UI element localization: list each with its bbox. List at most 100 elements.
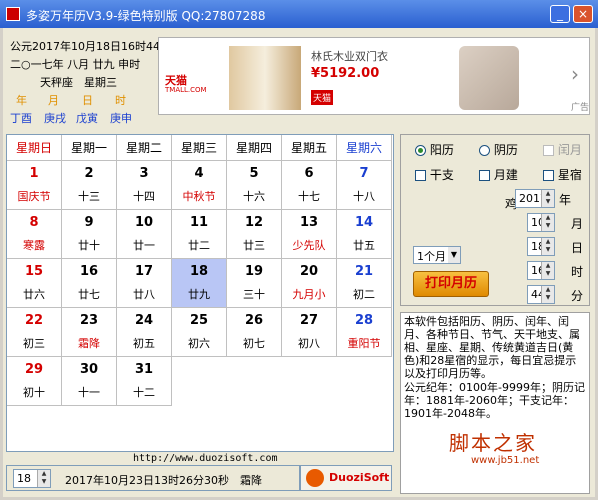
day-unit: 日 bbox=[571, 241, 584, 255]
day-cell[interactable]: 1 国庆节 bbox=[7, 161, 62, 210]
day-cell[interactable]: 10 廿一 bbox=[117, 210, 172, 259]
day-cell[interactable]: 15 廿六 bbox=[7, 259, 62, 308]
stepper-arrows-icon[interactable]: ▲ ▼ bbox=[541, 286, 554, 303]
weekday-label: 星期二 bbox=[117, 135, 172, 161]
title-bar[interactable]: 多姿万年历V3.9-绿色特别版 QQ:27807288 _ × bbox=[0, 0, 598, 28]
hour-stepper[interactable]: 16 ▲ ▼ bbox=[527, 261, 555, 280]
day-cell[interactable]: 2 十三 bbox=[62, 161, 117, 210]
day-cell[interactable]: 19 三十 bbox=[227, 259, 282, 308]
description-panel: 本软件包括阳历、阴历、闰年、闰月、各种节日、节气、天干地支、属相、星座、星期、传… bbox=[400, 312, 590, 494]
ganzhi-hour: 庚申 bbox=[110, 112, 132, 125]
xingxiu-checkbox[interactable]: 星宿 bbox=[543, 166, 582, 183]
radio-icon[interactable] bbox=[479, 145, 490, 156]
radio-selected-icon[interactable] bbox=[415, 145, 426, 156]
lunar-day-label: 廿九 bbox=[188, 288, 210, 301]
lunar-day-label: 十一 bbox=[78, 386, 100, 399]
ganzhi-head-year: 年 bbox=[16, 94, 27, 107]
day-cell[interactable]: 25 初六 bbox=[172, 308, 227, 357]
day-cell[interactable]: 26 初七 bbox=[227, 308, 282, 357]
ad-label: 广告 bbox=[571, 103, 590, 113]
stepper-arrows-icon[interactable]: ▲ ▼ bbox=[541, 214, 554, 231]
status-text: 2017年10月23日13时26分30秒 霜降 bbox=[65, 474, 262, 487]
minimize-button[interactable]: _ bbox=[550, 5, 570, 23]
day-cell[interactable]: 7 十八 bbox=[337, 161, 392, 210]
day-cell[interactable]: 11 廿二 bbox=[172, 210, 227, 259]
day-number: 26 bbox=[244, 313, 264, 328]
stepper-arrows-icon[interactable]: ▲ ▼ bbox=[541, 238, 554, 255]
day-cell[interactable]: 4 中秋节 bbox=[172, 161, 227, 210]
yuejian-checkbox[interactable]: 月建 bbox=[479, 166, 518, 183]
lunar-day-label: 廿八 bbox=[133, 288, 155, 301]
ganzhi-day: 戊寅 bbox=[76, 112, 98, 125]
month-calendar[interactable]: 星期日 星期一 星期二 星期三 星期四 星期五 星期六 1 国庆节 2 十三 3 十四 4 中秋节 5 十六 6… bbox=[6, 134, 394, 452]
duozisoft-brand: DuoziSoft bbox=[329, 471, 390, 484]
ad-price: ¥5192.00 bbox=[311, 66, 380, 81]
checkbox-icon[interactable] bbox=[415, 170, 426, 181]
lunar-day-label: 霜降 bbox=[78, 337, 100, 350]
lunar-day-label: 廿二 bbox=[188, 239, 210, 252]
lunar-mode-radio[interactable]: 阴历 bbox=[479, 141, 518, 158]
day-cell[interactable]: 23 霜降 bbox=[62, 308, 117, 357]
day-cell[interactable]: 6 十七 bbox=[282, 161, 337, 210]
year-unit: 年 bbox=[559, 193, 572, 207]
day-number: 5 bbox=[249, 166, 259, 181]
day-number: 10 bbox=[134, 215, 154, 230]
day-cell[interactable]: 16 廿七 bbox=[62, 259, 117, 308]
ad-banner[interactable]: 天猫 TMALL.COM 林氏木业双门衣 ¥5192.00 天猫 › 广告 bbox=[158, 37, 590, 115]
stepper-arrows-icon[interactable]: ▲ ▼ bbox=[37, 470, 50, 487]
day-cell[interactable]: 30 十一 bbox=[62, 357, 117, 406]
day-cell[interactable]: 27 初八 bbox=[282, 308, 337, 357]
checkbox-icon[interactable] bbox=[543, 145, 554, 156]
lunar-day-label: 初八 bbox=[298, 337, 320, 350]
ganzhi-head-month: 月 bbox=[48, 94, 59, 107]
day-cell[interactable]: 24 初五 bbox=[117, 308, 172, 357]
print-calendar-button[interactable]: 打印月历 bbox=[413, 271, 489, 297]
day-cell[interactable]: 3 十四 bbox=[117, 161, 172, 210]
chevron-right-icon[interactable]: › bbox=[571, 62, 579, 86]
lunar-mode-label: 阴历 bbox=[493, 143, 518, 157]
window-title: 多姿万年历V3.9-绿色特别版 QQ:27807288 bbox=[26, 9, 266, 23]
day-cell[interactable]: 22 初三 bbox=[7, 308, 62, 357]
day-stepper-value: 18 bbox=[17, 472, 31, 485]
day-cell[interactable]: 9 廿十 bbox=[62, 210, 117, 259]
lunar-day-label: 十四 bbox=[133, 190, 155, 203]
range-select[interactable]: 1个月 ▼ bbox=[413, 246, 461, 264]
solar-mode-radio[interactable]: 阳历 bbox=[415, 141, 454, 158]
day-cell[interactable]: 21 初二 bbox=[337, 259, 392, 308]
day-cell[interactable]: 17 廿八 bbox=[117, 259, 172, 308]
day-number: 27 bbox=[299, 313, 319, 328]
day-cell[interactable]: 13 少先队 bbox=[282, 210, 337, 259]
day-cell[interactable]: 8 寒露 bbox=[7, 210, 62, 259]
month-stepper[interactable]: 10 ▲ ▼ bbox=[527, 213, 555, 232]
ganzhi-checkbox[interactable]: 干支 bbox=[415, 166, 454, 183]
day-cell[interactable]: 20 九月小 bbox=[282, 259, 337, 308]
day-cell[interactable]: 14 廿五 bbox=[337, 210, 392, 259]
stepper-arrows-icon[interactable]: ▲ ▼ bbox=[541, 190, 554, 207]
checkbox-icon[interactable] bbox=[543, 170, 554, 181]
day-cell[interactable]: 28 重阳节 bbox=[337, 308, 392, 357]
website-link[interactable]: http://www.duozisoft.com bbox=[133, 453, 278, 464]
dropdown-arrow-icon[interactable]: ▼ bbox=[448, 247, 460, 263]
ganzhi-head-day: 日 bbox=[82, 94, 93, 107]
day-picker-stepper[interactable]: 18 ▲ ▼ bbox=[527, 237, 555, 256]
lunar-day-label: 国庆节 bbox=[17, 190, 51, 203]
minute-stepper[interactable]: 44 ▲ ▼ bbox=[527, 285, 555, 304]
day-cell[interactable]: 5 十六 bbox=[227, 161, 282, 210]
day-number: 18 bbox=[189, 264, 209, 279]
day-stepper[interactable]: 18 ▲ ▼ bbox=[13, 469, 51, 488]
duozisoft-badge[interactable]: DuoziSoft bbox=[300, 465, 392, 491]
lunar-day-label: 少先队 bbox=[292, 239, 326, 252]
stepper-arrows-icon[interactable]: ▲ ▼ bbox=[541, 262, 554, 279]
year-stepper[interactable]: 2017 ▲ ▼ bbox=[515, 189, 555, 208]
day-cell[interactable]: 29 初十 bbox=[7, 357, 62, 406]
day-cell-selected[interactable]: 18 廿九 bbox=[172, 259, 227, 308]
lunar-day-label: 初五 bbox=[133, 337, 155, 350]
lunar-day-label: 廿三 bbox=[243, 239, 265, 252]
weekday-label: 星期五 bbox=[282, 135, 337, 161]
day-cell[interactable]: 31 十二 bbox=[117, 357, 172, 406]
lunar-day-label: 初十 bbox=[23, 386, 45, 399]
leap-month-checkbox[interactable]: 闰月 bbox=[543, 141, 582, 158]
day-cell[interactable]: 12 廿三 bbox=[227, 210, 282, 259]
close-button[interactable]: × bbox=[573, 5, 593, 23]
checkbox-icon[interactable] bbox=[479, 170, 490, 181]
